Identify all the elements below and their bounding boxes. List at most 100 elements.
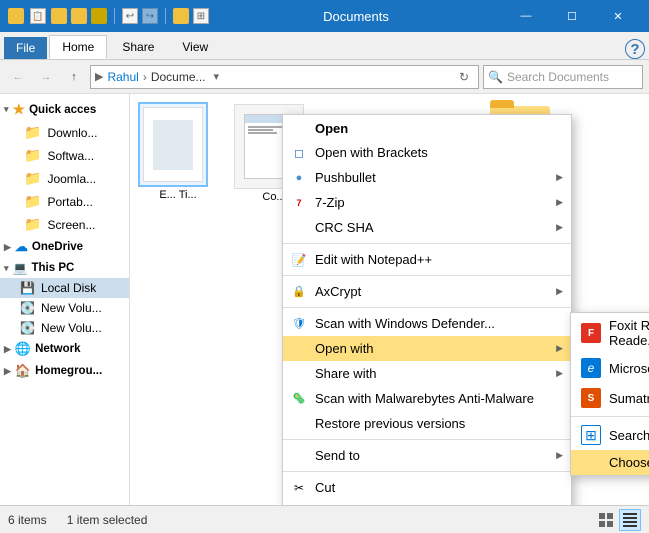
content-area: E... Ti... Co... bbox=[130, 94, 649, 505]
toolbar-icon-6[interactable]: ↪ bbox=[142, 8, 158, 24]
sidebar-downloads-label: Downlo... bbox=[47, 126, 97, 140]
maximize-button[interactable]: ☐ bbox=[549, 0, 595, 32]
address-part-rahul[interactable]: Rahul bbox=[107, 70, 138, 84]
cm-7zip[interactable]: 7 7-Zip bbox=[283, 190, 571, 215]
tab-home[interactable]: Home bbox=[49, 35, 107, 59]
sw-foxit-label: Foxit Reader 7.2, Best Reade... bbox=[609, 318, 649, 348]
cm-edit-notepad[interactable]: 📝 Edit with Notepad++ bbox=[283, 247, 571, 272]
malware-icon: 🦠 bbox=[291, 391, 307, 407]
sidebar-item-screen[interactable]: 📁 Screen... bbox=[0, 213, 129, 236]
cm-crcsha[interactable]: CRC SHA bbox=[283, 215, 571, 240]
details-view-button[interactable] bbox=[619, 509, 641, 531]
cm-restore[interactable]: Restore previous versions bbox=[283, 411, 571, 436]
sidebar-newvol1-label: New Volu... bbox=[41, 301, 102, 315]
sidebar-item-localdisk[interactable]: 💾 Local Disk bbox=[0, 278, 129, 298]
chevron-icon-net: ▶ bbox=[4, 344, 11, 355]
separator-3 bbox=[283, 307, 571, 308]
cm-cut[interactable]: ✂ Cut bbox=[283, 475, 571, 500]
cm-axcrypt[interactable]: 🔒 AxCrypt bbox=[283, 279, 571, 304]
sw-edge[interactable]: e Microsoft Edge bbox=[571, 353, 649, 383]
toolbar-icon-7[interactable] bbox=[173, 8, 189, 24]
app-icon bbox=[8, 8, 24, 24]
sw-store-label: Search the Store bbox=[609, 428, 649, 443]
sw-foxit[interactable]: F Foxit Reader 7.2, Best Reade... bbox=[571, 313, 649, 353]
cm-pushbullet[interactable]: ● Pushbullet bbox=[283, 165, 571, 190]
cm-sharewith-label: Share with bbox=[315, 366, 563, 381]
help-button[interactable]: ? bbox=[625, 39, 645, 59]
cm-open-with[interactable]: Open with bbox=[283, 336, 571, 361]
main-area: ▾ ★ Quick acces 📁 Downlo... 📁 Softwa... … bbox=[0, 94, 649, 505]
file-item-selected[interactable]: E... Ti... bbox=[138, 102, 218, 203]
sidebar-thispc[interactable]: ▾ 💻 This PC bbox=[0, 258, 129, 278]
sidebar-item-portable[interactable]: 📁 Portab... bbox=[0, 190, 129, 213]
sendto-icon bbox=[291, 448, 307, 464]
cm-7zip-label: 7-Zip bbox=[315, 195, 563, 210]
view-controls bbox=[595, 509, 641, 531]
toolbar-icon-1[interactable]: 📋 bbox=[30, 8, 46, 24]
sw-search-store[interactable]: ⊞ Search the Store bbox=[571, 420, 649, 450]
notepad-icon: 📝 bbox=[291, 252, 307, 268]
cm-copy[interactable]: ⎘ Copy bbox=[283, 500, 571, 505]
sw-sumatra[interactable]: S SumatraPDF bbox=[571, 383, 649, 413]
close-button[interactable]: ✕ bbox=[595, 0, 641, 32]
address-dropdown[interactable]: ▾ bbox=[214, 70, 220, 83]
edge-icon: e bbox=[581, 358, 601, 378]
sw-choose-label: Choose another app bbox=[609, 455, 649, 470]
cm-axcrypt-label: AxCrypt bbox=[315, 284, 563, 299]
tab-file[interactable]: File bbox=[4, 37, 47, 59]
sidebar-item-software[interactable]: 📁 Softwa... bbox=[0, 144, 129, 167]
separator-5 bbox=[283, 471, 571, 472]
selected-count: 1 item selected bbox=[67, 513, 148, 527]
list-view-button[interactable] bbox=[595, 509, 617, 531]
sidebar-item-newvol2[interactable]: 💽 New Volu... bbox=[0, 318, 129, 338]
window-title: Documents bbox=[209, 9, 503, 24]
sidebar-quickaccess[interactable]: ▾ ★ Quick acces bbox=[0, 98, 129, 121]
tab-view[interactable]: View bbox=[169, 35, 221, 59]
back-button[interactable]: ← bbox=[6, 65, 30, 89]
sidebar-item-newvol1[interactable]: 💽 New Volu... bbox=[0, 298, 129, 318]
address-part-docume[interactable]: Docume... bbox=[151, 70, 206, 84]
cm-restore-label: Restore previous versions bbox=[315, 416, 563, 431]
tab-share[interactable]: Share bbox=[109, 35, 167, 59]
address-bar[interactable]: ▶ Rahul › Docume... ▾ ↻ bbox=[90, 65, 479, 89]
cm-malware-label: Scan with Malwarebytes Anti-Malware bbox=[315, 391, 563, 406]
sidebar-item-downloads[interactable]: 📁 Downlo... bbox=[0, 121, 129, 144]
cm-scan-defender[interactable]: 🛡 Scan with Windows Defender... bbox=[283, 311, 571, 336]
thispc-icon: 💻 bbox=[13, 261, 28, 275]
separator-2 bbox=[283, 275, 571, 276]
toolbar-icon-5[interactable]: ↩ bbox=[122, 8, 138, 24]
cm-scan-malware[interactable]: 🦠 Scan with Malwarebytes Anti-Malware bbox=[283, 386, 571, 411]
cm-open[interactable]: Open bbox=[283, 115, 571, 140]
up-button[interactable]: ↑ bbox=[62, 65, 86, 89]
sidebar-item-joomla[interactable]: 📁 Joomla... bbox=[0, 167, 129, 190]
cm-sendto-label: Send to bbox=[315, 448, 563, 463]
search-box[interactable]: 🔍 Search Documents bbox=[483, 65, 643, 89]
sidebar-network[interactable]: ▶ 🌐 Network bbox=[0, 338, 129, 360]
crcsha-icon bbox=[291, 220, 307, 236]
toolbar-icon-2[interactable] bbox=[51, 8, 67, 24]
forward-button[interactable]: → bbox=[34, 65, 58, 89]
refresh-button[interactable]: ↻ bbox=[454, 67, 474, 87]
sw-choose-another[interactable]: Choose another app bbox=[571, 450, 649, 475]
sidebar-onedrive[interactable]: ▶ ☁ OneDrive bbox=[0, 236, 129, 258]
star-icon: ★ bbox=[13, 101, 26, 118]
folder-icon-joomla: 📁 bbox=[24, 170, 41, 187]
cm-open-label: Open bbox=[315, 121, 348, 136]
sidebar-onedrive-label: OneDrive bbox=[32, 241, 83, 253]
toolbar-icon-3[interactable] bbox=[71, 8, 87, 24]
cm-share-with[interactable]: Share with bbox=[283, 361, 571, 386]
folder-icon: 📁 bbox=[24, 124, 41, 141]
toolbar-icon-4[interactable] bbox=[91, 8, 107, 24]
sidebar-homegroup-label: Homegrou... bbox=[35, 365, 102, 377]
minimize-button[interactable]: — bbox=[503, 0, 549, 32]
cm-sendto[interactable]: Send to bbox=[283, 443, 571, 468]
title-bar-icons: 📋 ↩ ↪ ⊞ bbox=[8, 8, 209, 24]
folder-icon-portable: 📁 bbox=[24, 193, 41, 210]
context-menu: Open ◻ Open with Brackets ● Pushbullet 7… bbox=[282, 114, 572, 505]
item-count: 6 items bbox=[8, 513, 47, 527]
sidebar-quickaccess-label: Quick acces bbox=[29, 104, 96, 116]
chevron-icon-od: ▶ bbox=[4, 242, 11, 253]
sidebar-homegroup[interactable]: ▶ 🏠 Homegrou... bbox=[0, 360, 129, 382]
cm-open-brackets[interactable]: ◻ Open with Brackets bbox=[283, 140, 571, 165]
toolbar-icon-8[interactable]: ⊞ bbox=[193, 8, 209, 24]
